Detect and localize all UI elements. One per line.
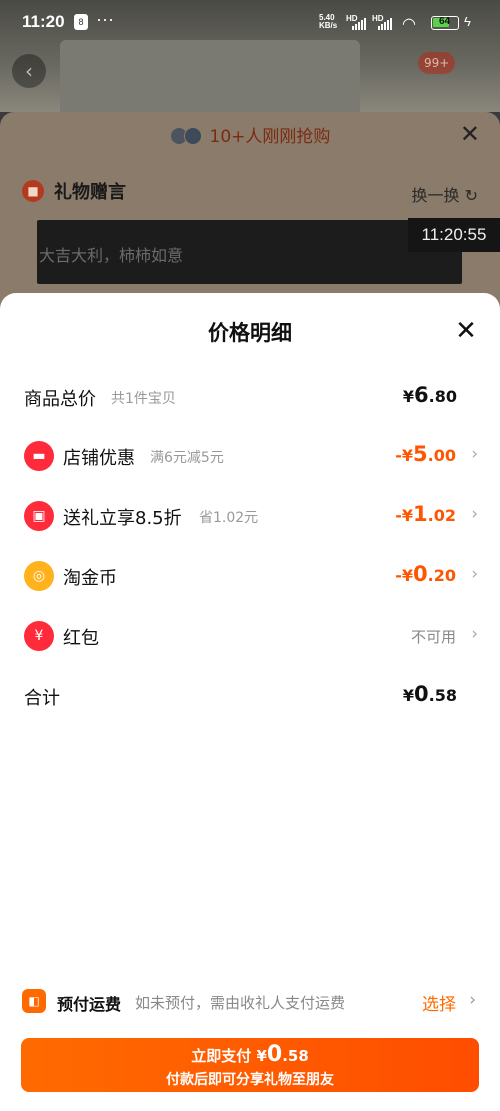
shipping-title: 预付运费 (57, 995, 122, 1014)
gift-title: 礼物赠言 (54, 182, 126, 203)
status-time: 11:20 (22, 12, 65, 31)
buyer-avatars (169, 127, 204, 145)
back-icon[interactable]: ‹ (12, 54, 46, 88)
swap-label: 换一换 (411, 186, 460, 205)
row-sub: 满6元减5元 (150, 450, 224, 466)
shipping-desc: 如未预付，需由收礼人支付运费 (135, 994, 346, 1012)
row-label: 淘金币 (63, 568, 117, 589)
product-photo (60, 40, 360, 120)
row-value: ¥6.80 (402, 383, 457, 407)
wifi-icon: ◠ (402, 16, 416, 33)
gift-sheet-header: 10+人刚刚抢购 (0, 122, 500, 147)
gift-message-text: 大吉大利，柿柿如意 (39, 246, 184, 265)
row-label: 商品总价 (24, 389, 96, 410)
app-notification-icon: 8 (74, 14, 88, 30)
chevron-right-icon: › (471, 564, 478, 584)
row-sub: 省1.02元 (199, 510, 259, 526)
close-icon[interactable]: ✕ (452, 317, 480, 345)
signal-icon-2 (378, 18, 392, 30)
row-label: 红包 (63, 628, 99, 649)
row-shop-discount[interactable]: ▬ 店铺优惠 满6元减5元 -¥5.00 › (0, 436, 500, 476)
shop-icon: ▬ (24, 441, 54, 471)
more-notifications-icon: ··· (96, 9, 114, 29)
pay-now-button[interactable]: 立即支付 ¥0.58 付款后即可分享礼物至朋友 (21, 1038, 479, 1092)
gift-icon: ▣ (24, 501, 54, 531)
shipping-choose-link[interactable]: 选择 (422, 990, 456, 1015)
gift-message-box[interactable]: 大吉大利，柿柿如意 (37, 220, 462, 284)
sheet-title: 价格明细 (208, 321, 292, 345)
signal-icon-1 (352, 18, 366, 30)
swap-button[interactable]: 换一换 ↻ (411, 182, 478, 206)
row-sub: 共1件宝贝 (111, 391, 176, 407)
gift-title-row: ■ 礼物赠言 (22, 178, 126, 204)
chevron-right-icon: › (471, 444, 478, 464)
row-label: 送礼立享8.5折 (63, 508, 182, 529)
row-label: 店铺优惠 (63, 448, 135, 469)
charging-icon: ϟ (464, 14, 471, 29)
gift-icon: ■ (22, 180, 44, 202)
row-red-envelope[interactable]: ¥ 红包 不可用 › (0, 616, 500, 656)
chevron-right-icon: › (471, 504, 478, 524)
red-envelope-icon: ¥ (24, 621, 54, 651)
refresh-icon: ↻ (464, 186, 478, 205)
battery-level: 64 (438, 16, 451, 27)
row-value: -¥0.20 (395, 562, 456, 586)
network-speed: 5.40 KB/s (319, 13, 338, 30)
message-badge: 99+ (418, 52, 456, 74)
timestamp-overlay: 11:20:55 (408, 218, 500, 252)
gift-message-sheet: 10+人刚刚抢购 ✕ ■ 礼物赠言 换一换 ↻ 大吉大利，柿柿如意 11:20:… (0, 112, 500, 312)
chevron-right-icon: › (469, 990, 476, 1010)
row-coins[interactable]: ◎ 淘金币 -¥0.20 › (0, 556, 500, 596)
pay-button-main: 立即支付 ¥0.58 (191, 1042, 309, 1067)
row-label: 合计 (24, 688, 60, 709)
pay-button-sub: 付款后即可分享礼物至朋友 (166, 1072, 334, 1088)
row-total: 合计 ¥0.58 (0, 676, 500, 716)
row-value: -¥1.02 (395, 502, 456, 526)
unavailable-status: 不可用 (410, 628, 456, 646)
gift-sheet-close-icon[interactable]: ✕ (460, 120, 480, 148)
status-bar: 11:20 8 ··· 5.40 KB/s HD HD ◠ 64 ϟ (0, 0, 500, 44)
prepay-shipping-row[interactable]: ◧ 预付运费 如未预付，需由收礼人支付运费 选择 › (0, 980, 500, 1020)
row-gift-discount[interactable]: ▣ 送礼立享8.5折 省1.02元 -¥1.02 › (0, 496, 500, 536)
shipping-icon: ◧ (22, 989, 46, 1013)
chevron-right-icon: › (471, 624, 478, 644)
battery-icon: 64 (431, 16, 459, 30)
row-goods-total: 商品总价 共1件宝贝 ¥6.80 (0, 377, 500, 417)
row-value: -¥5.00 (395, 442, 456, 466)
total-value: ¥0.58 (402, 682, 457, 706)
recent-buyers-text: 10+人刚刚抢购 (209, 127, 331, 147)
coin-icon: ◎ (24, 561, 54, 591)
